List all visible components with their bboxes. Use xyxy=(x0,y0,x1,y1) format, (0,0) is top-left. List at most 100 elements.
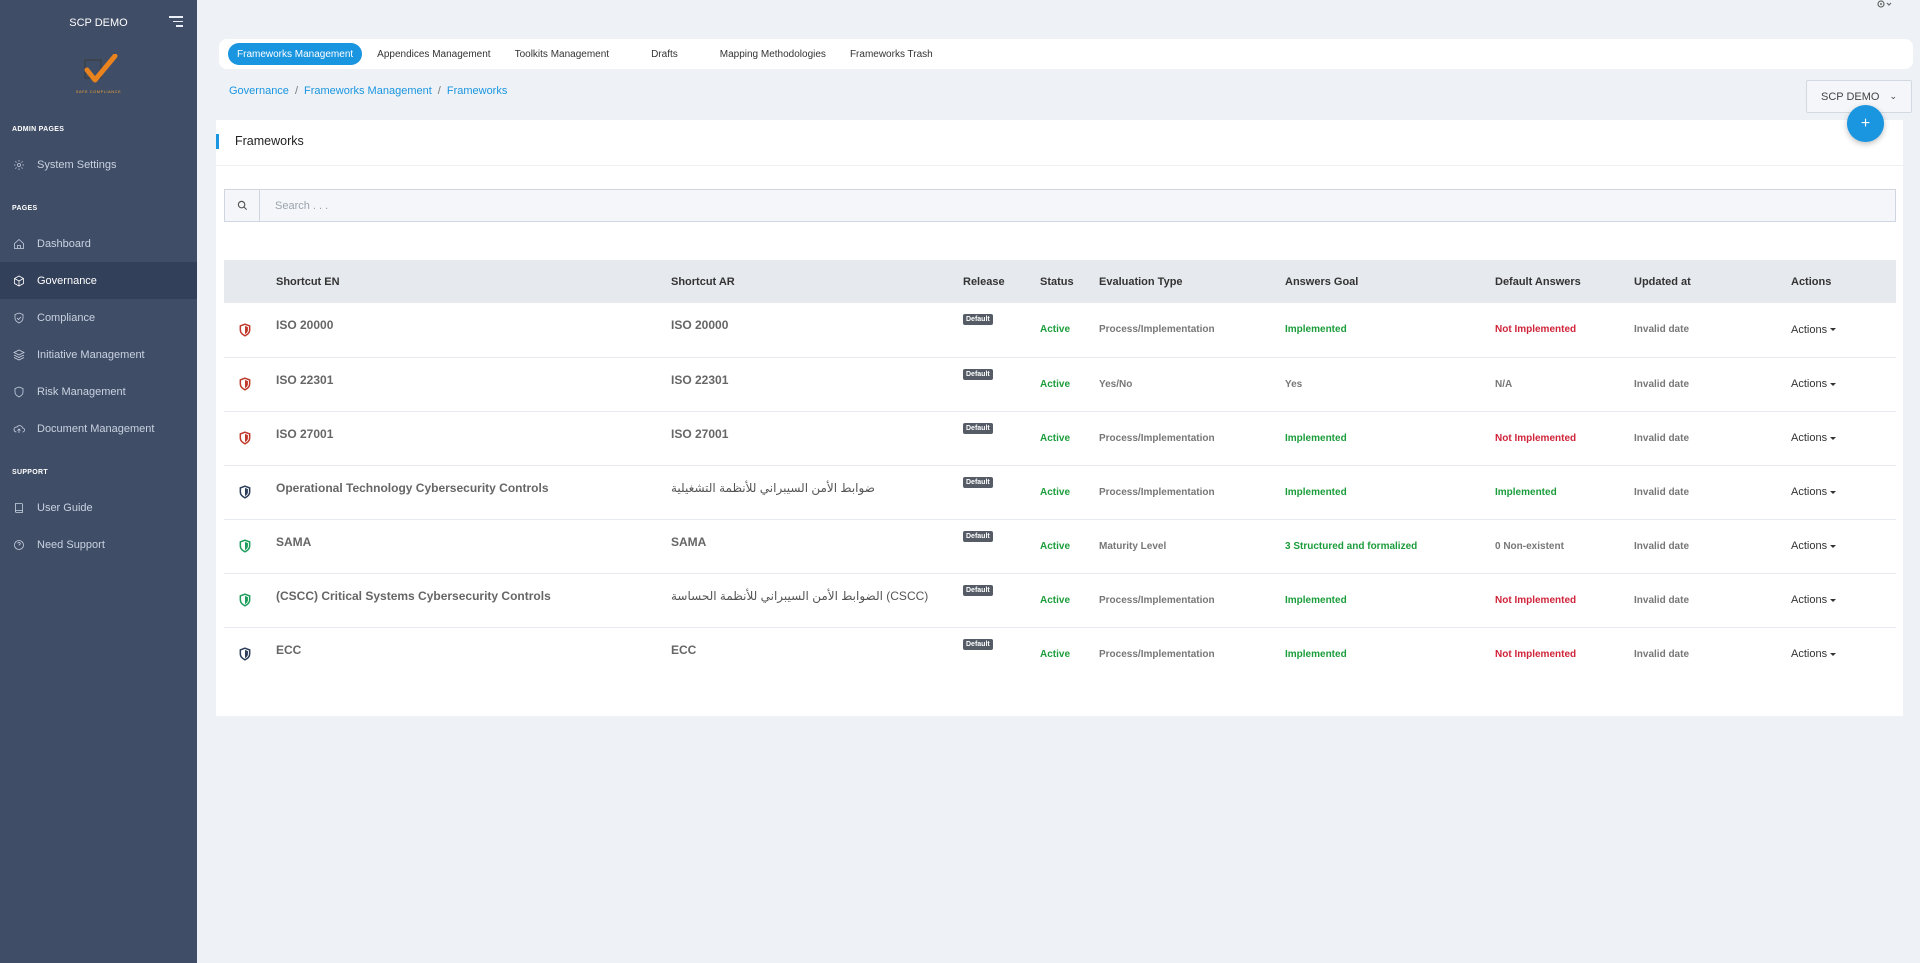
tab-mapping-methodologies[interactable]: Mapping Methodologies xyxy=(711,43,835,65)
default-answers-cell: Not Implemented xyxy=(1495,648,1577,660)
status-cell: Active xyxy=(1040,594,1071,606)
header-release: Release xyxy=(963,275,1005,288)
section-admin-pages: ADMIN PAGES xyxy=(12,126,65,133)
tab-frameworks-trash[interactable]: Frameworks Trash xyxy=(841,43,942,65)
caret-down-icon xyxy=(1830,598,1837,602)
search-bar xyxy=(224,189,1896,222)
actions-cell: Actions xyxy=(1791,519,1896,573)
actions-dropdown-button[interactable]: Actions xyxy=(1791,378,1837,390)
updated-at-cell: Invalid date xyxy=(1634,540,1690,552)
actions-cell: Actions xyxy=(1791,303,1896,357)
sidebar-item-system-settings[interactable]: System Settings xyxy=(0,146,197,183)
actions-label: Actions xyxy=(1791,323,1828,336)
sidebar-item-compliance[interactable]: Compliance xyxy=(0,299,197,336)
table-row[interactable]: Operational Technology Cybersecurity Con… xyxy=(224,465,1896,519)
shield-icon xyxy=(239,593,251,607)
actions-dropdown-button[interactable]: Actions xyxy=(1791,594,1837,606)
shortcut-ar: ISO 22301 xyxy=(671,372,729,387)
header-default-answers: Default Answers xyxy=(1495,275,1581,288)
default-answers-cell: Not Implemented xyxy=(1495,324,1577,336)
organization-select-value: SCP DEMO xyxy=(1820,90,1880,103)
book-icon xyxy=(15,502,23,513)
search-input[interactable] xyxy=(260,190,1895,221)
shield-icon xyxy=(239,431,251,445)
sidebar-item-governance[interactable]: Governance xyxy=(0,262,197,299)
row-icon-cell xyxy=(224,465,276,519)
release-cell: Default xyxy=(963,519,1040,573)
table-row[interactable]: (CSCC) Critical Systems Cybersecurity Co… xyxy=(224,573,1896,627)
divider xyxy=(216,165,1903,166)
sidebar-toggle-icon[interactable] xyxy=(169,16,183,28)
shortcut-ar: ISO 20000 xyxy=(671,318,729,332)
app-title: SCP DEMO xyxy=(69,17,128,29)
default-answers-cell: Implemented xyxy=(1495,486,1557,498)
actions-label: Actions xyxy=(1791,540,1828,552)
status-cell: Active xyxy=(1040,324,1071,336)
sidebar-item-risk-management[interactable]: Risk Management xyxy=(0,373,197,410)
actions-dropdown-button[interactable]: Actions xyxy=(1791,540,1837,552)
evaluation-type-cell: Maturity Level xyxy=(1099,540,1167,552)
evaluation-type-cell: Process/Implementation xyxy=(1099,648,1215,660)
sidebar-item-label: Dashboard xyxy=(37,237,91,250)
home-icon xyxy=(14,238,24,249)
table-row[interactable]: ISO 20000 ISO 20000 Default Active Process/I… xyxy=(224,303,1896,357)
sidebar-item-label: Document Management xyxy=(37,422,155,435)
default-answers-cell: Not Implemented xyxy=(1495,594,1577,606)
sidebar-item-dashboard[interactable]: Dashboard xyxy=(0,225,197,262)
actions-cell: Actions xyxy=(1791,573,1896,627)
tab-frameworks-management[interactable]: Frameworks Management xyxy=(228,43,363,65)
shield-icon xyxy=(239,539,251,553)
evaluation-type-cell: Process/Implementation xyxy=(1099,432,1215,444)
actions-dropdown-button[interactable]: Actions xyxy=(1791,432,1837,444)
shield-icon xyxy=(239,485,251,499)
answers-goal-cell: Implemented xyxy=(1285,324,1347,336)
frameworks-table: Shortcut EN Shortcut AR Release Status E… xyxy=(224,260,1896,681)
shield-icon xyxy=(239,377,251,391)
release-badge: Default xyxy=(963,422,993,434)
row-icon-cell xyxy=(224,357,276,411)
actions-dropdown-button[interactable]: Actions xyxy=(1791,486,1837,498)
sidebar-item-need-support[interactable]: Need Support xyxy=(0,526,197,563)
breadcrumb-frameworks-management[interactable]: Frameworks Management xyxy=(304,85,432,97)
actions-label: Actions xyxy=(1791,648,1828,661)
shield-icon xyxy=(14,386,24,397)
gear-icon xyxy=(14,159,24,170)
shortcut-ar: SAMA xyxy=(671,534,707,549)
table-row[interactable]: ISO 22301 ISO 22301 Default Active Yes/No Yes… xyxy=(224,357,1896,411)
settings-menu-button[interactable] xyxy=(1876,0,1894,13)
tab-drafts[interactable]: Drafts xyxy=(642,43,687,65)
shield-icon xyxy=(239,647,251,661)
breadcrumb-governance[interactable]: Governance xyxy=(229,85,289,97)
caret-down-icon xyxy=(1830,490,1837,494)
updated-at-cell: Invalid date xyxy=(1634,648,1690,660)
tab-appendices-management[interactable]: Appendices Management xyxy=(368,43,499,65)
release-badge: Default xyxy=(963,368,993,380)
sidebar-item-user-guide[interactable]: User Guide xyxy=(0,489,197,526)
evaluation-type-cell: Process/Implementation xyxy=(1099,594,1215,606)
release-cell: Default xyxy=(963,465,1040,519)
actions-dropdown-button[interactable]: Actions xyxy=(1791,648,1837,661)
table-row[interactable]: ISO 27001 ISO 27001 Default Active Process/I… xyxy=(224,411,1896,465)
answers-goal-cell: Implemented xyxy=(1285,594,1347,606)
frameworks-card: Frameworks Shortcut EN Shortcut AR Relea… xyxy=(216,120,1903,716)
sidebar-item-label: System Settings xyxy=(37,158,117,171)
updated-at-cell: Invalid date xyxy=(1634,594,1690,606)
search-icon[interactable] xyxy=(225,190,260,221)
logo-tagline: SAFE COMPLIANCE xyxy=(75,89,122,94)
updated-at-cell: Invalid date xyxy=(1634,324,1690,336)
table-row[interactable]: SAMA SAMA Default Active Maturity Level 3 Str… xyxy=(224,519,1896,573)
chevron-down-icon: ⌄ xyxy=(1889,91,1898,101)
logo: SAFE COMPLIANCE xyxy=(0,46,197,102)
sidebar-item-document-management[interactable]: Document Management xyxy=(0,410,197,447)
actions-dropdown-button[interactable]: Actions xyxy=(1791,323,1837,336)
table-row[interactable]: ECC ECC Default Active Process/Implementatio… xyxy=(224,627,1896,681)
tab-toolkits-management[interactable]: Toolkits Management xyxy=(506,43,619,65)
release-cell: Default xyxy=(963,627,1040,681)
breadcrumb-frameworks[interactable]: Frameworks xyxy=(447,85,508,97)
sidebar-item-initiative-management[interactable]: Initiative Management xyxy=(0,336,197,373)
actions-label: Actions xyxy=(1791,378,1828,390)
add-framework-button[interactable]: + xyxy=(1847,105,1884,142)
default-answers-cell: N/A xyxy=(1495,378,1513,390)
updated-at-cell: Invalid date xyxy=(1634,378,1690,390)
row-icon-cell xyxy=(224,411,276,465)
